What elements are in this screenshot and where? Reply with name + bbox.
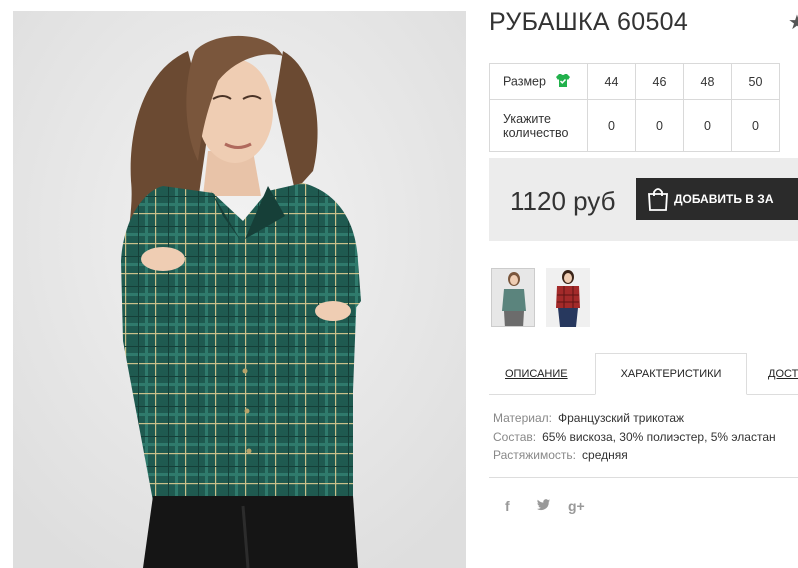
- property-key: Состав:: [493, 429, 537, 444]
- shopping-bag-icon: [646, 186, 670, 215]
- size-option[interactable]: 48: [683, 63, 732, 100]
- quantity-input[interactable]: 0: [731, 99, 780, 152]
- product-tabs: ОПИСАНИЕ ХАРАКТЕРИСТИКИ ДОСТА: [489, 353, 798, 395]
- property-key: Материал:: [493, 411, 552, 425]
- property-key: Растяжимость:: [493, 448, 577, 462]
- product-main-image[interactable]: [13, 11, 466, 568]
- product-title: РУБАШКА 60504: [489, 8, 689, 36]
- star-icon[interactable]: ★: [788, 10, 798, 35]
- characteristics-list: Материал: Французский трикотаж Состав: 65%…: [493, 409, 776, 465]
- tab-description[interactable]: ОПИСАНИЕ: [505, 353, 585, 395]
- quantity-input[interactable]: 0: [587, 99, 636, 152]
- size-label-cell: Размер: [489, 63, 588, 100]
- divider: [489, 477, 798, 478]
- property-row: Состав: 65% вискоза, 30% полиэстер, 5% эл…: [493, 428, 776, 447]
- size-option[interactable]: 44: [587, 63, 636, 100]
- size-option[interactable]: 50: [731, 63, 780, 100]
- tab-delivery[interactable]: ДОСТА: [768, 353, 798, 395]
- price: 1120 руб: [510, 186, 616, 216]
- facebook-icon[interactable]: f: [505, 498, 510, 514]
- price-box: 1120 руб ДОБАВИТЬ В ЗА: [489, 158, 798, 241]
- add-to-cart-button[interactable]: ДОБАВИТЬ В ЗА: [636, 178, 798, 220]
- quantity-label: Укажите количество: [489, 99, 588, 152]
- google-plus-icon[interactable]: g+: [568, 498, 585, 514]
- tshirt-icon[interactable]: [555, 73, 571, 91]
- property-value: средняя: [582, 448, 628, 462]
- quantity-input[interactable]: 0: [635, 99, 684, 152]
- property-value: 65% вискоза, 30% полиэстер, 5% эластан: [542, 429, 776, 444]
- add-to-cart-label: ДОБАВИТЬ В ЗА: [674, 192, 774, 206]
- property-value: Французский трикотаж: [557, 411, 685, 425]
- thumbnail-red[interactable]: [546, 268, 590, 327]
- thumbnail-green[interactable]: [491, 268, 535, 327]
- tab-characteristics[interactable]: ХАРАКТЕРИСТИКИ: [595, 353, 747, 395]
- property-row: Растяжимость: средняя: [493, 446, 776, 465]
- quantity-input[interactable]: 0: [683, 99, 732, 152]
- size-label: Размер: [503, 73, 546, 88]
- size-option[interactable]: 46: [635, 63, 684, 100]
- twitter-icon[interactable]: [536, 498, 551, 514]
- property-row: Материал: Французский трикотаж: [493, 409, 776, 428]
- size-table: Размер 44 46 48 50 Укажите количество 0 …: [489, 63, 780, 152]
